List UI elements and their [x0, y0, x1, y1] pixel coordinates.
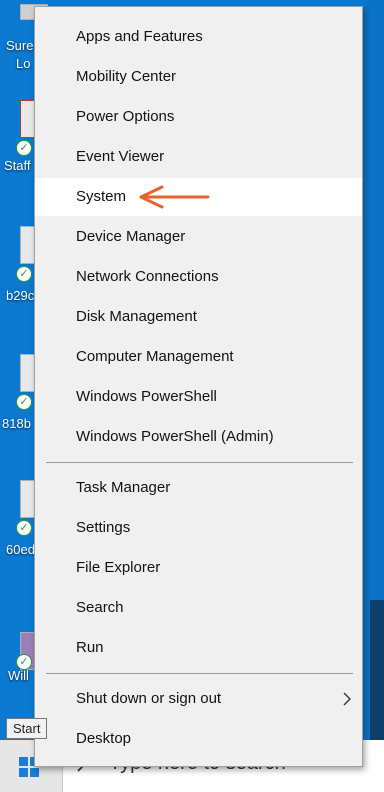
menu-item-label: Power Options	[76, 108, 175, 125]
menu-item-power-options[interactable]: Power Options	[35, 98, 362, 136]
menu-item-search[interactable]: Search	[35, 589, 362, 627]
menu-item-label: Windows PowerShell	[76, 388, 217, 405]
menu-item-computer-management[interactable]: Computer Management	[35, 338, 362, 376]
menu-item-file-explorer[interactable]: File Explorer	[35, 549, 362, 587]
power-user-menu: Apps and Features Mobility Center Power Op…	[34, 6, 363, 767]
menu-separator	[46, 462, 353, 463]
menu-item-label: Event Viewer	[76, 148, 165, 165]
menu-item-network-connections[interactable]: Network Connections	[35, 258, 362, 296]
background-window-shadow	[370, 600, 384, 740]
menu-item-label: Search	[76, 599, 124, 616]
menu-item-label: Settings	[76, 519, 131, 536]
sync-check-icon: ✓	[16, 266, 32, 282]
sync-check-icon: ✓	[16, 520, 32, 536]
menu-item-event-viewer[interactable]: Event Viewer	[35, 138, 362, 176]
menu-item-label: Device Manager	[76, 228, 186, 245]
menu-item-label: Disk Management	[76, 308, 197, 325]
sync-check-icon: ✓	[16, 394, 32, 410]
menu-item-desktop[interactable]: Desktop	[35, 720, 362, 758]
menu-item-disk-management[interactable]: Disk Management	[35, 298, 362, 336]
menu-item-label: File Explorer	[76, 559, 161, 576]
menu-item-label: Mobility Center	[76, 68, 177, 85]
menu-item-label: Desktop	[76, 730, 132, 747]
menu-item-label: Computer Management	[76, 348, 234, 365]
start-tooltip: Start	[6, 718, 48, 739]
menu-item-task-manager[interactable]: Task Manager	[35, 469, 362, 507]
menu-item-shut-down-or-sign-out[interactable]: Shut down or sign out	[35, 680, 362, 718]
menu-item-label: Windows PowerShell (Admin)	[76, 428, 274, 445]
menu-item-label: Apps and Features	[76, 28, 203, 45]
menu-item-label: Network Connections	[76, 268, 219, 285]
menu-item-label: Shut down or sign out	[76, 690, 222, 707]
menu-item-mobility-center[interactable]: Mobility Center	[35, 58, 362, 96]
menu-item-label: System	[76, 188, 127, 205]
chevron-right-icon	[343, 692, 351, 706]
annotation-arrow-icon	[139, 185, 210, 209]
menu-item-label: Task Manager	[76, 479, 171, 496]
menu-item-run[interactable]: Run	[35, 629, 362, 667]
menu-item-device-manager[interactable]: Device Manager	[35, 218, 362, 256]
menu-item-label: Run	[76, 639, 104, 656]
menu-item-apps-and-features[interactable]: Apps and Features	[35, 18, 362, 56]
background-window-edge	[366, 0, 384, 792]
menu-item-settings[interactable]: Settings	[35, 509, 362, 547]
menu-item-windows-powershell[interactable]: Windows PowerShell	[35, 378, 362, 416]
menu-item-windows-powershell-admin[interactable]: Windows PowerShell (Admin)	[35, 418, 362, 456]
menu-separator	[46, 673, 353, 674]
sync-check-icon: ✓	[16, 140, 32, 156]
